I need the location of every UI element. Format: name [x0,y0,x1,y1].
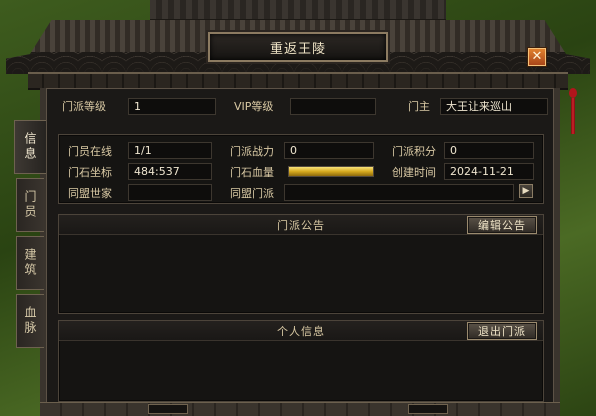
info-row-3b: 同盟门派 [230,184,514,201]
panel-bottom-bar [40,402,560,416]
alliance-family-label: 同盟世家 [68,186,112,200]
coords-value: 484:537 [128,163,212,180]
tab-members[interactable]: 门员 [16,178,44,232]
close-button[interactable]: ✕ [528,48,546,66]
tab-info[interactable]: 信息 [14,120,46,174]
bottom-ornament-left [148,404,188,414]
info-row-1: 门员在线 1/1 [68,142,212,159]
points-value: 0 [444,142,534,159]
personal-content [65,345,537,395]
sect-level-value: 1 [128,97,216,115]
personal-header: 个人信息 退出门派 [59,321,543,341]
online-label: 门员在线 [68,144,112,158]
window-title: 重返王陵 [208,32,388,62]
hp-bar [288,166,374,177]
created-label: 创建时间 [392,165,436,179]
tab-bloodline[interactable]: 血脉 [16,294,44,348]
info-row-1c: 门派积分 0 [392,142,534,159]
quit-sect-button[interactable]: 退出门派 [467,322,537,340]
edit-announcement-button[interactable]: 编辑公告 [467,216,537,234]
power-label: 门派战力 [230,144,274,158]
info-row-1b: 门派战力 0 [230,142,374,159]
announcement-title: 门派公告 [277,218,325,232]
coords-label: 门石坐标 [68,165,112,179]
tassel-knot [569,88,577,98]
roof-ridge [150,0,446,22]
announcement-header: 门派公告 编辑公告 [59,215,543,235]
hp-bar-fill [289,167,373,176]
vip-level-value [290,97,376,115]
points-label: 门派积分 [392,144,436,158]
alliance-sect-label: 同盟门派 [230,186,274,200]
info-row-3: 同盟世家 [68,184,212,201]
header-row: 门派等级 1 VIP等级 门主 大王让来巡山 [52,96,548,116]
created-value: 2024-11-21 [444,163,534,180]
announcement-content [65,239,537,307]
online-value: 1/1 [128,142,212,159]
hp-label: 门石血量 [230,165,274,179]
leader-value: 大王让来巡山 [440,97,548,115]
alliance-more-arrow-icon[interactable]: ▶ [519,184,533,198]
tassel-cord [571,98,575,134]
info-row-2: 门石坐标 484:537 [68,163,212,180]
announcement-section: 门派公告 编辑公告 [58,214,544,314]
vip-level-label: VIP等级 [234,100,274,113]
info-row-2c: 创建时间 2024-11-21 [392,163,534,180]
personal-title: 个人信息 [277,324,325,338]
alliance-sect-value [284,184,514,201]
leader-label: 门主 [408,100,430,113]
bottom-ornament-right [408,404,448,414]
personal-section: 个人信息 退出门派 [58,320,544,402]
power-value: 0 [284,142,374,159]
sect-level-label: 门派等级 [62,100,106,113]
alliance-family-value [128,184,212,201]
tab-buildings[interactable]: 建筑 [16,236,44,290]
red-tassel-ornament [566,88,580,134]
info-row-2b: 门石血量 [230,163,374,180]
